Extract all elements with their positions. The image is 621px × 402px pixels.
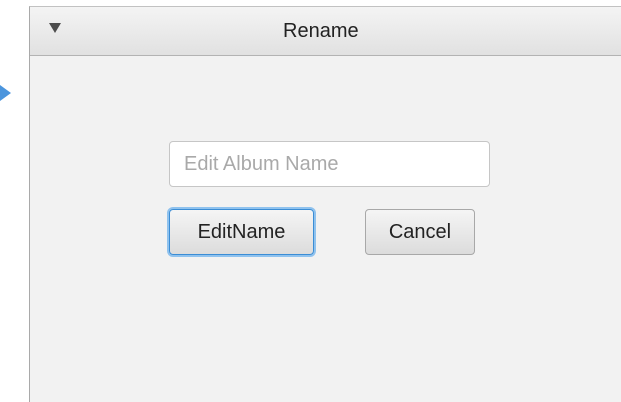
- collapse-triangle-icon[interactable]: [49, 23, 61, 33]
- album-name-input[interactable]: [169, 141, 490, 187]
- edit-name-button[interactable]: EditName: [169, 209, 314, 255]
- screen: Rename EditName Cancel: [0, 0, 621, 402]
- dialog-title: Rename: [283, 20, 359, 42]
- dialog-titlebar[interactable]: Rename: [30, 7, 621, 56]
- cancel-button[interactable]: Cancel: [365, 209, 475, 255]
- pointer-arrow-icon: [0, 85, 11, 101]
- rename-dialog: Rename EditName Cancel: [29, 6, 621, 402]
